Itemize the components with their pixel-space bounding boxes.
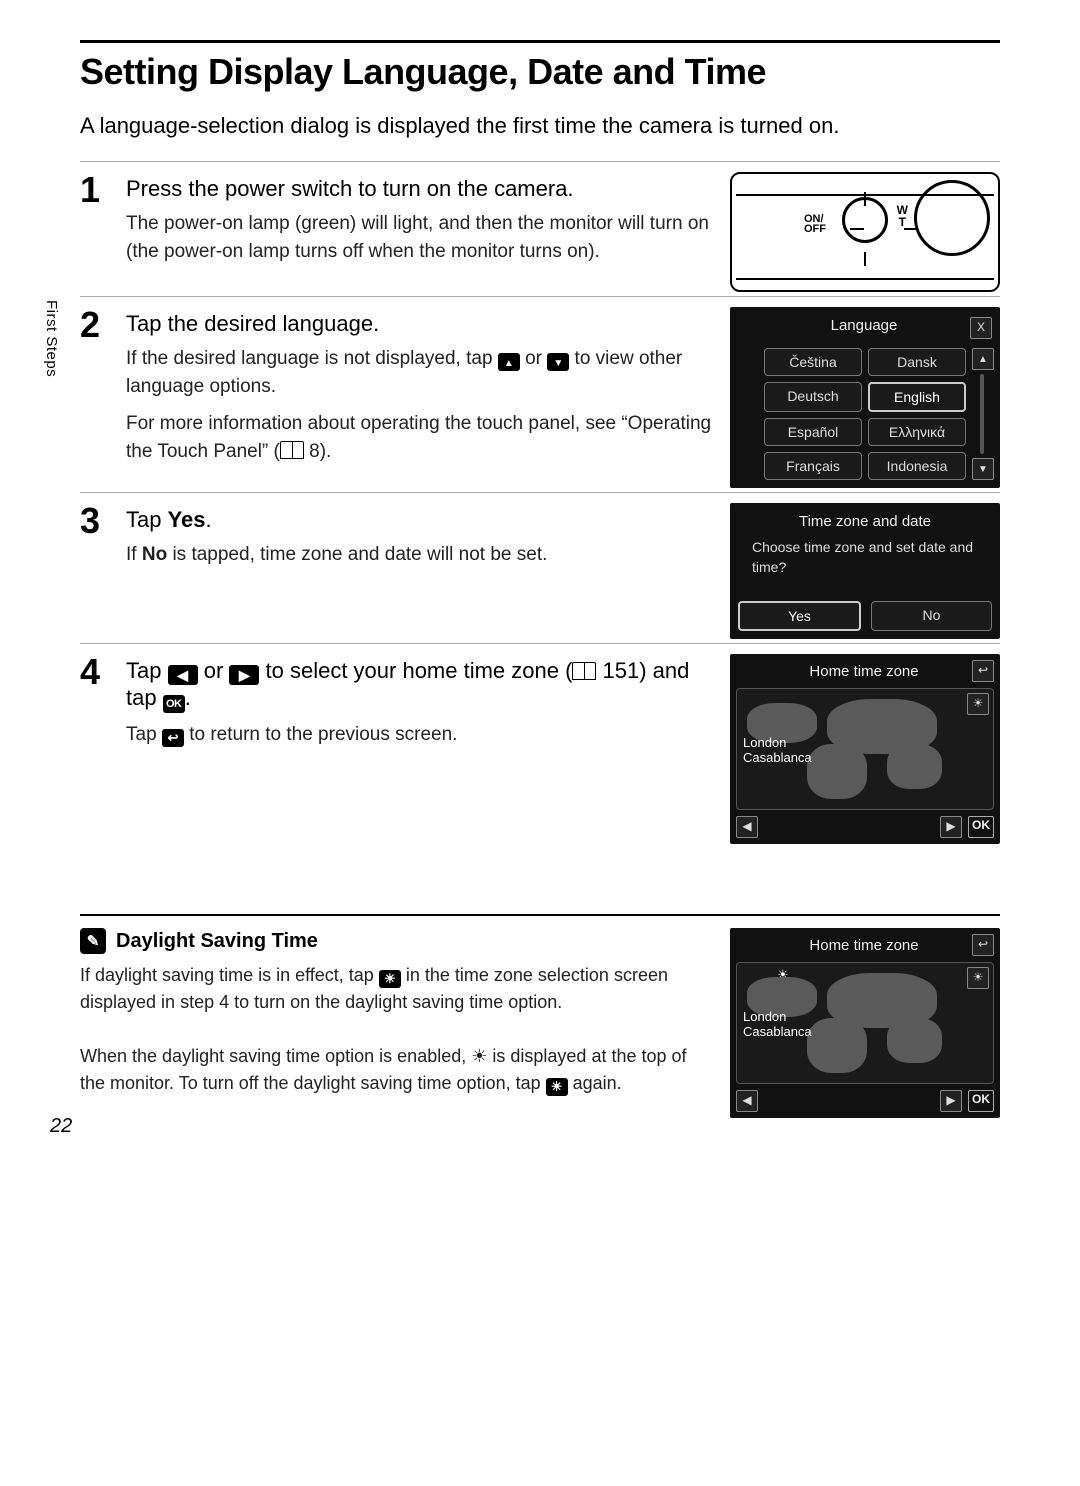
ok-button[interactable]: OK [968,816,994,838]
step-number: 3 [80,503,108,539]
note-title: Daylight Saving Time [116,930,318,953]
language-option[interactable]: Čeština [764,348,862,376]
step-4: 4 Tap ◀ or ▶ to select your home time zo… [80,643,1000,844]
dst-button[interactable]: ☀ [967,967,989,989]
step-number: 1 [80,172,108,208]
lcd-title: Home time zone [762,937,966,954]
lcd-title: Language [764,317,964,334]
back-icon: ↩ [162,729,184,747]
step-1-body: The power-on lamp (green) will light, an… [126,210,712,265]
page-number: 22 [50,1115,72,1138]
t-label: T [899,215,906,229]
language-screen: Language X Čeština Dansk Deutsch English… [730,307,1000,488]
scroll-up-button[interactable] [972,348,994,370]
city-label: London [743,1009,786,1024]
scrollbar[interactable] [980,374,984,454]
dst-button[interactable]: ☀ [967,693,989,715]
world-map[interactable]: ☀ ☀ London Casablanca [736,962,994,1084]
step-2-body: If the desired language is not displayed… [126,345,712,400]
language-option[interactable]: Español [764,418,862,446]
lcd-title: Time zone and date [738,513,992,530]
step-4-heading: Tap ◀ or ▶ to select your home time zone… [126,658,712,713]
language-option[interactable]: Indonesia [868,452,966,480]
camera-top-diagram: ON/ OFF W T [730,172,1000,292]
step-3-body: If No is tapped, time zone and date will… [126,541,712,569]
city-label: Casablanca [743,750,812,765]
step-1: 1 Press the power switch to turn on the … [80,161,1000,292]
timezone-prompt-screen: Time zone and date Choose time zone and … [730,503,1000,639]
ok-button[interactable]: OK [968,1090,994,1112]
step-3-heading: Tap Yes. [126,507,712,533]
city-label: Casablanca [743,1024,812,1039]
manual-ref-icon [572,662,596,680]
step-3: 3 Tap Yes. If No is tapped, time zone an… [80,492,1000,639]
yes-button[interactable]: Yes [738,601,861,631]
up-arrow-icon [498,353,520,371]
map-left-button[interactable]: ◀ [736,1090,758,1112]
no-button[interactable]: No [871,601,992,631]
off-label: OFF [804,223,826,235]
language-option[interactable]: Français [764,452,862,480]
back-button[interactable]: ↩ [972,660,994,682]
dst-indicator-icon: ☀ [471,1046,487,1066]
step-number: 2 [80,307,108,343]
language-option[interactable]: Ελληνικά [868,418,966,446]
intro-text: A language-selection dialog is displayed… [80,113,1000,139]
close-button[interactable]: X [970,317,992,339]
note-icon: ✎ [80,928,106,954]
note-body: If daylight saving time is in effect, ta… [80,962,702,1097]
language-option[interactable]: Deutsch [764,382,862,412]
lcd-title: Home time zone [762,663,966,680]
map-right-button[interactable]: ▶ [940,1090,962,1112]
home-timezone-screen: Home time zone ↩ ☀ London Casablanca ◀ [730,654,1000,844]
section-tab: First Steps [43,300,60,377]
step-2-body-2: For more information about operating the… [126,410,712,465]
city-label: London [743,735,786,750]
language-option[interactable]: Dansk [868,348,966,376]
step-number: 4 [80,654,108,690]
step-2-heading: Tap the desired language. [126,311,712,337]
home-timezone-dst-screen: Home time zone ↩ ☀ ☀ London Casablanca [730,928,1000,1118]
page-title: Setting Display Language, Date and Time [80,51,1000,93]
left-arrow-icon: ◀ [168,665,198,685]
scroll-down-button[interactable] [972,458,994,480]
dst-icon: ☀ [379,970,401,988]
down-arrow-icon [547,353,569,371]
step-1-heading: Press the power switch to turn on the ca… [126,176,712,202]
back-button[interactable]: ↩ [972,934,994,956]
note-section: ✎ Daylight Saving Time If daylight savin… [80,928,1000,1118]
step-2: 2 Tap the desired language. If the desir… [80,296,1000,488]
map-left-button[interactable]: ◀ [736,816,758,838]
language-grid: Čeština Dansk Deutsch English Español Ελ… [764,348,966,480]
step-4-body: Tap ↩ to return to the previous screen. [126,721,712,749]
ok-icon: OK [163,695,185,713]
world-map[interactable]: ☀ London Casablanca [736,688,994,810]
dst-icon: ☀ [546,1078,568,1096]
lcd-prompt: Choose time zone and set date and time? [752,538,978,577]
language-option-selected[interactable]: English [868,382,966,412]
right-arrow-icon: ▶ [229,665,259,685]
manual-ref-icon [280,441,304,459]
map-right-button[interactable]: ▶ [940,816,962,838]
